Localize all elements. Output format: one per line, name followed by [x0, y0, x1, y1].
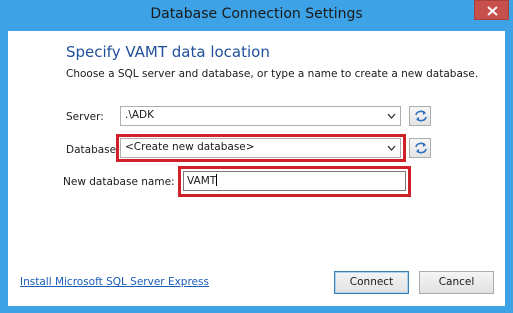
- refresh-icon: [415, 142, 427, 154]
- new-database-name-input[interactable]: VAMT: [183, 171, 406, 191]
- connect-button[interactable]: Connect: [334, 271, 409, 294]
- section-description: Choose a SQL server and database, or typ…: [66, 68, 479, 80]
- database-dropdown[interactable]: <Create new database>: [120, 138, 401, 158]
- close-icon: [487, 6, 498, 16]
- install-sql-express-link[interactable]: Install Microsoft SQL Server Express: [20, 276, 209, 288]
- new-database-name-label: New database name:: [63, 176, 175, 188]
- cancel-button[interactable]: Cancel: [419, 271, 494, 294]
- window-title: Database Connection Settings: [150, 6, 363, 22]
- server-label: Server:: [66, 111, 104, 123]
- server-value: .\ADK: [125, 109, 155, 121]
- dropdown-arrow-icon: [387, 113, 396, 119]
- text-caret: [216, 174, 218, 186]
- refresh-icon: [415, 110, 427, 122]
- section-heading: Specify VAMT data location: [66, 43, 270, 61]
- dialog-window: Database Connection Settings Specify VAM…: [0, 0, 513, 313]
- dialog-body: Specify VAMT data location Choose a SQL …: [8, 31, 505, 306]
- database-value: <Create new database>: [125, 141, 255, 153]
- close-button[interactable]: [474, 0, 509, 20]
- database-refresh-button[interactable]: [409, 138, 431, 158]
- server-refresh-button[interactable]: [409, 106, 431, 126]
- new-database-name-value: VAMT: [187, 175, 217, 187]
- database-label: Database:: [66, 144, 120, 156]
- title-bar[interactable]: Database Connection Settings: [0, 0, 513, 31]
- server-dropdown[interactable]: .\ADK: [120, 106, 401, 126]
- dropdown-arrow-icon: [387, 145, 396, 151]
